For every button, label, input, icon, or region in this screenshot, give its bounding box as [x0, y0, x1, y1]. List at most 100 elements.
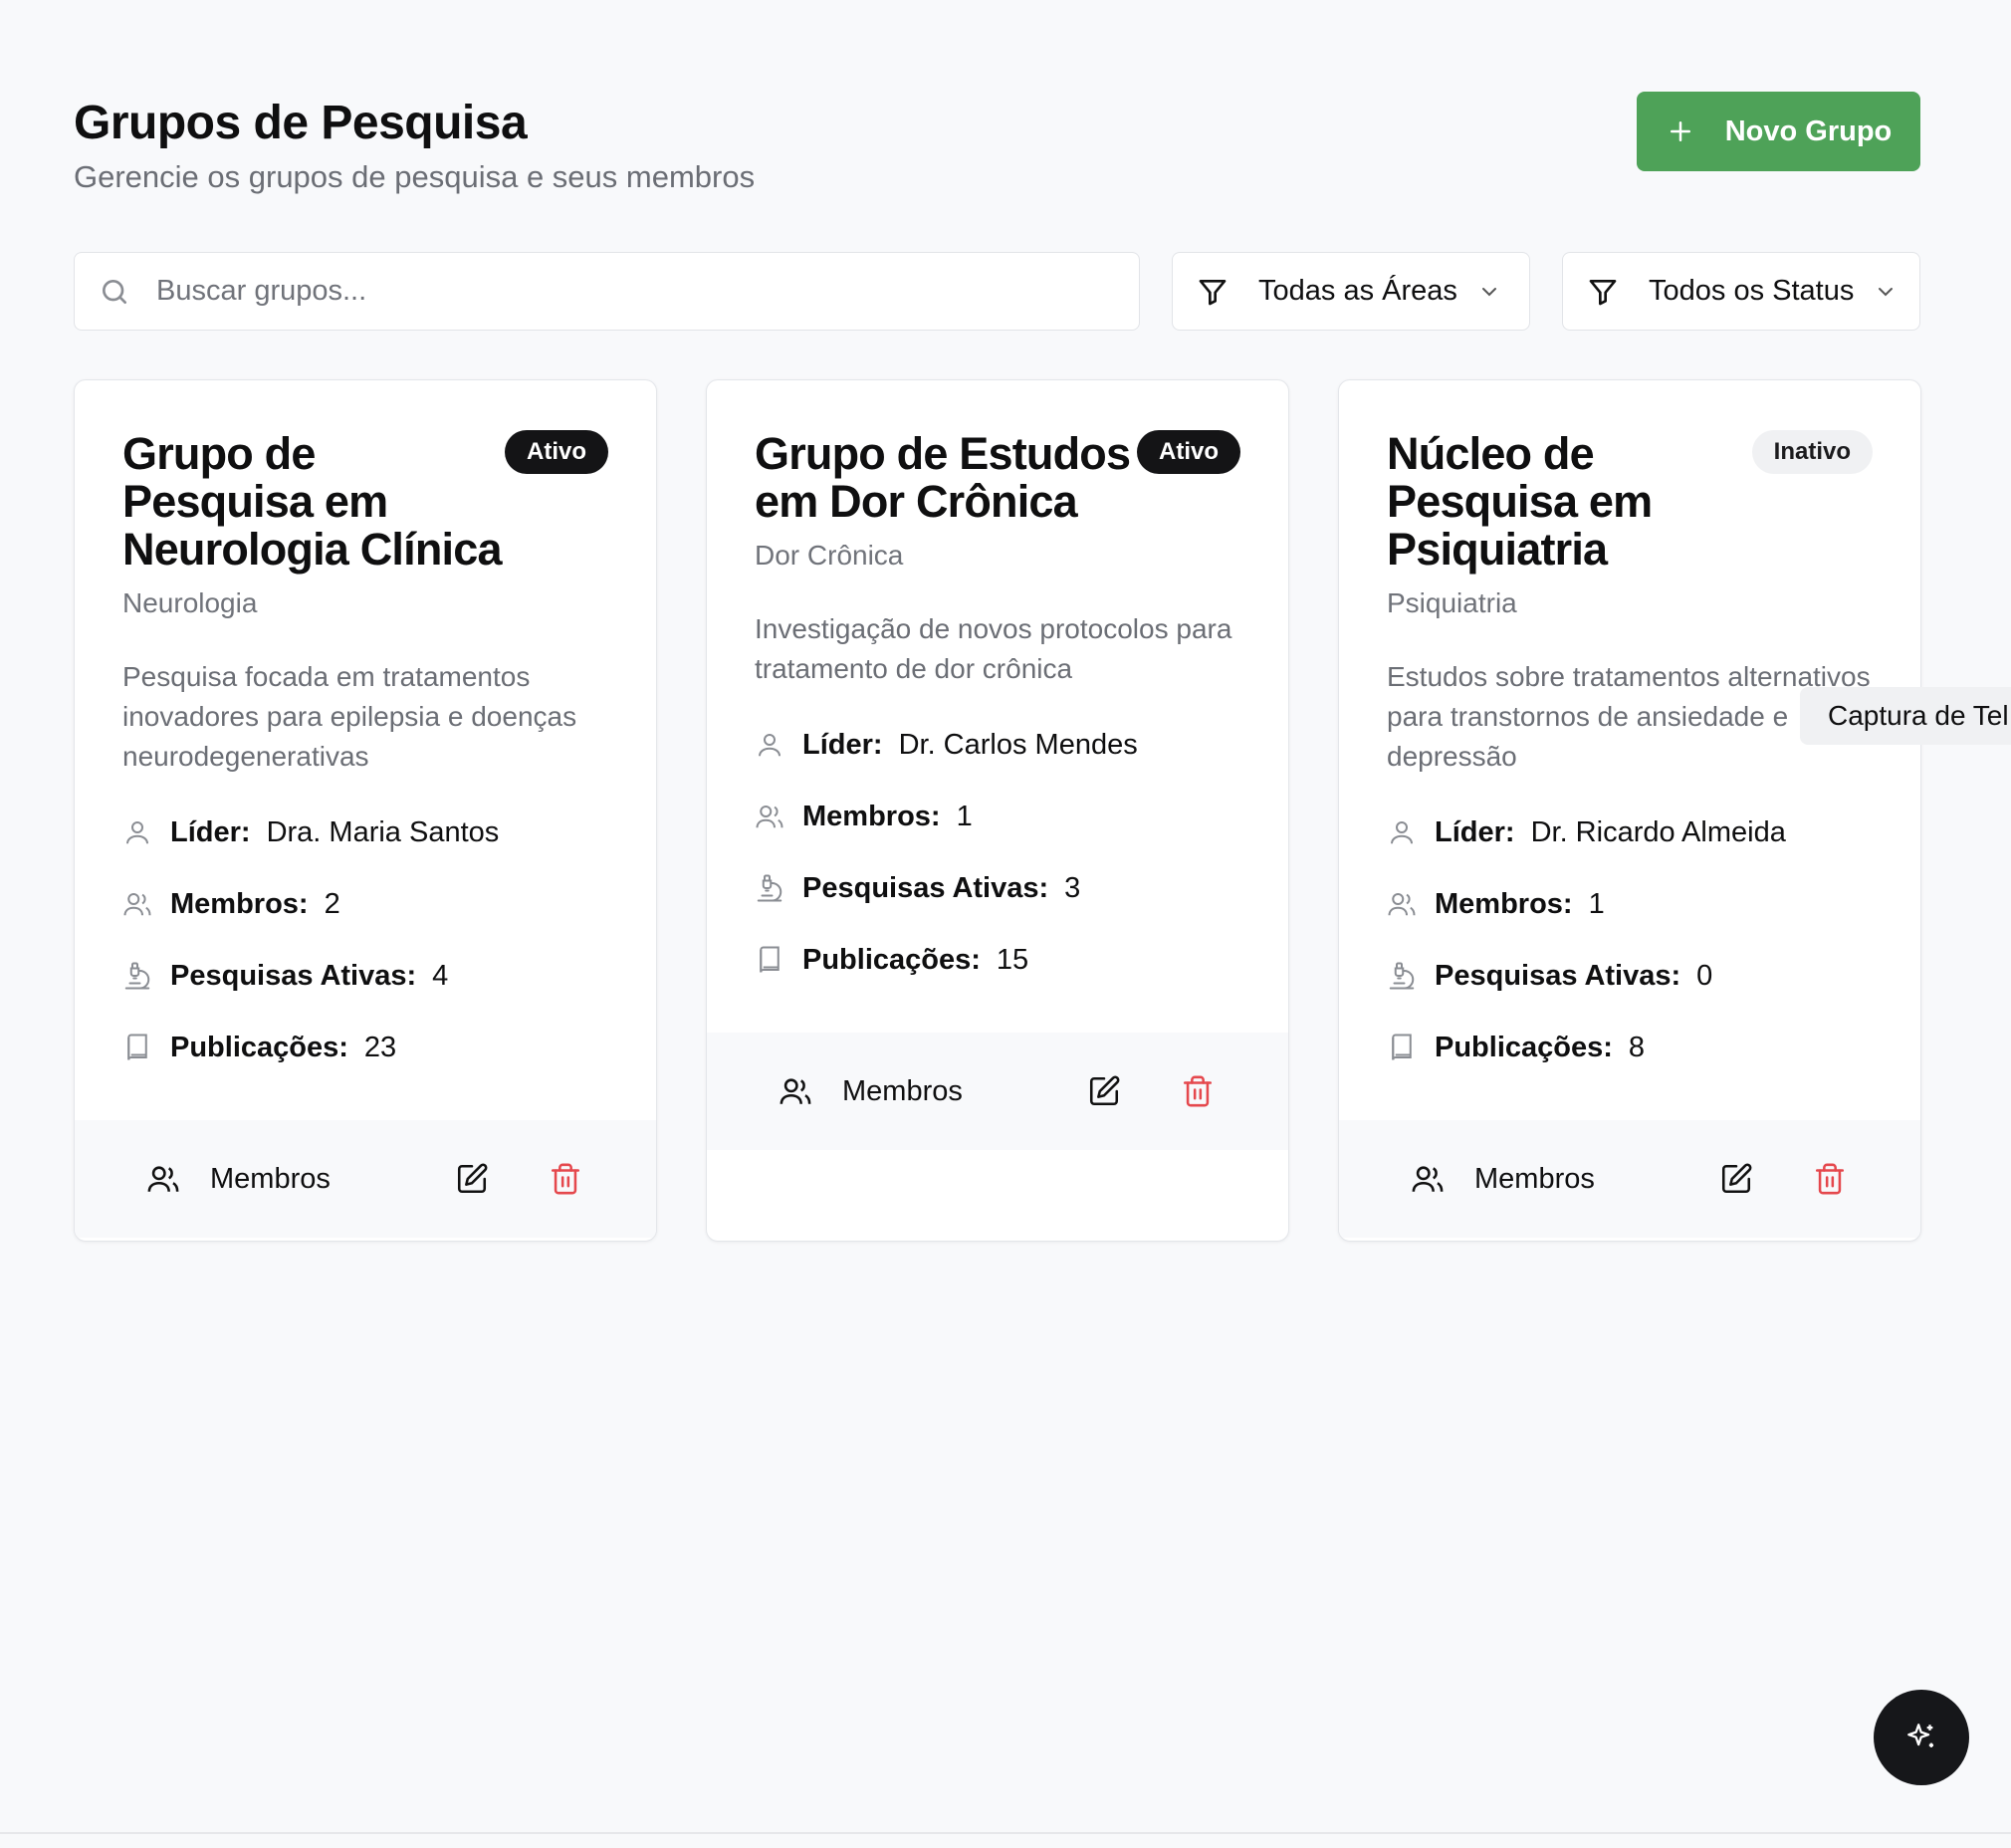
members-button-label: Membros [1474, 1162, 1595, 1195]
card-footer: Membros [75, 1120, 656, 1238]
user-icon [1391, 821, 1413, 844]
group-card: Grupo de Pesquisa em Neurologia Clínica … [74, 379, 657, 1242]
users-icon [147, 1166, 179, 1192]
active-research-value: 0 [1696, 959, 1713, 992]
filter-icon [1199, 279, 1227, 305]
sparkles-icon [1907, 1724, 1934, 1747]
publications-label: Publicações: [802, 943, 981, 976]
active-research-row: Pesquisas Ativas: 3 [755, 852, 1240, 924]
edit-icon[interactable] [1719, 1162, 1753, 1196]
page-title: Grupos de Pesquisa [74, 97, 528, 149]
page: Grupos de Pesquisa Gerencie os grupos de… [0, 0, 2011, 1848]
status-badge: Ativo [505, 430, 608, 474]
user-icon [126, 821, 148, 844]
trash-icon[interactable] [549, 1162, 582, 1196]
group-title: Núcleo de Pesquisa em Psiquiatria [1387, 428, 1653, 575]
users-icon [123, 893, 151, 916]
screenshot-tooltip: Captura de Tel [1800, 687, 2011, 745]
status-filter-select[interactable]: Todos os Status [1562, 252, 1920, 331]
active-research-label: Pesquisas Ativas: [170, 959, 417, 992]
publications-value: 15 [996, 943, 1029, 976]
members-label: Membros: [170, 887, 309, 920]
members-label: Membros: [1435, 887, 1573, 920]
book-icon [127, 1034, 147, 1060]
members-value: 2 [324, 887, 340, 920]
members-row: Membros: 2 [122, 868, 608, 940]
members-button-label: Membros [842, 1074, 963, 1107]
new-group-label: Novo Grupo [1724, 115, 1893, 147]
leader-label: Líder: [802, 728, 883, 761]
group-title: Grupo de Pesquisa em Neurologia Clínica [122, 428, 502, 575]
leader-row: Líder: Dr. Ricardo Almeida [1387, 797, 1873, 868]
search-input[interactable] [156, 275, 1052, 308]
group-card: Núcleo de Pesquisa em Psiquiatria Inativ… [1338, 379, 1921, 1242]
microscope-icon [1389, 962, 1415, 990]
publications-row: Publicações: 23 [122, 1012, 608, 1083]
leader-value: Dr. Carlos Mendes [898, 728, 1138, 761]
members-button[interactable]: Membros [1411, 1162, 1595, 1196]
new-group-button[interactable]: Novo Grupo [1637, 92, 1920, 171]
book-icon [760, 946, 780, 973]
trash-icon[interactable] [1181, 1074, 1215, 1108]
members-row: Membros: 1 [1387, 868, 1873, 940]
publications-row: Publicações: 8 [1387, 1012, 1873, 1083]
users-icon [780, 1078, 811, 1104]
chevron-down-icon [1481, 287, 1496, 296]
leader-value: Dra. Maria Santos [266, 815, 500, 848]
trash-icon[interactable] [1813, 1162, 1847, 1196]
active-research-label: Pesquisas Ativas: [1435, 959, 1681, 992]
search-icon [103, 279, 126, 304]
group-title: Grupo de Estudos em Dor Crônica [755, 428, 1131, 527]
active-research-value: 3 [1064, 871, 1081, 904]
users-icon [756, 806, 783, 828]
status-badge: Ativo [1137, 430, 1240, 474]
publications-label: Publicações: [170, 1031, 348, 1063]
plus-icon [1670, 121, 1690, 141]
book-icon [1392, 1034, 1412, 1060]
active-research-label: Pesquisas Ativas: [802, 871, 1049, 904]
members-button-label: Membros [210, 1162, 331, 1195]
members-button[interactable]: Membros [779, 1074, 963, 1108]
members-value: 1 [1588, 887, 1605, 920]
group-description: Pesquisa focada em tratamentos inovadore… [122, 661, 577, 772]
status-filter-value: Todos os Status [1649, 275, 1855, 307]
page-header: Grupos de Pesquisa Gerencie os grupos de… [74, 94, 755, 197]
publications-value: 23 [363, 1031, 397, 1063]
publications-row: Publicações: 15 [755, 924, 1240, 996]
members-value: 1 [956, 800, 973, 832]
chevron-down-icon [1879, 287, 1894, 296]
members-button[interactable]: Membros [146, 1162, 331, 1196]
area-filter-value: Todas as Áreas [1258, 275, 1457, 307]
microscope-icon [757, 874, 782, 902]
microscope-icon [124, 962, 150, 990]
bottom-divider [0, 1832, 2011, 1834]
ai-assistant-button[interactable] [1874, 1690, 1969, 1785]
members-row: Membros: 1 [755, 781, 1240, 852]
group-card: Grupo de Estudos em Dor Crônica Ativo Do… [706, 379, 1289, 1242]
user-icon [759, 734, 781, 757]
edit-icon[interactable] [455, 1162, 489, 1196]
publications-label: Publicações: [1435, 1031, 1613, 1063]
users-icon [1412, 1166, 1444, 1192]
search-box[interactable] [74, 252, 1140, 331]
card-footer: Membros [1339, 1120, 1920, 1238]
group-area: Dor Crônica [755, 540, 904, 571]
leader-row: Líder: Dra. Maria Santos [122, 797, 608, 868]
publications-value: 8 [1628, 1031, 1646, 1063]
leader-label: Líder: [1435, 815, 1515, 848]
leader-label: Líder: [170, 815, 251, 848]
group-area: Neurologia [122, 587, 258, 618]
group-area: Psiquiatria [1387, 587, 1517, 618]
leader-value: Dr. Ricardo Almeida [1530, 815, 1786, 848]
card-footer: Membros [707, 1033, 1288, 1150]
edit-icon[interactable] [1087, 1074, 1121, 1108]
page-subtitle: Gerencie os grupos de pesquisa e seus me… [74, 159, 756, 194]
filter-icon [1589, 279, 1617, 305]
active-research-row: Pesquisas Ativas: 4 [122, 940, 608, 1012]
group-description: Investigação de novos protocolos para tr… [755, 613, 1232, 684]
active-research-row: Pesquisas Ativas: 0 [1387, 940, 1873, 1012]
area-filter-select[interactable]: Todas as Áreas [1172, 252, 1530, 331]
members-label: Membros: [802, 800, 941, 832]
active-research-value: 4 [432, 959, 449, 992]
status-badge: Inativo [1751, 430, 1873, 474]
